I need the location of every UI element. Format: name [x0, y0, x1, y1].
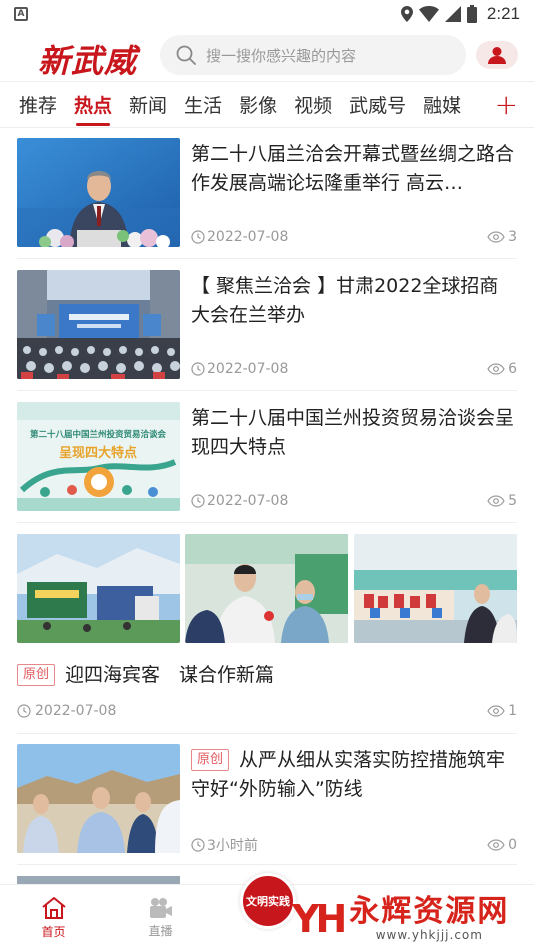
eye-icon — [487, 231, 505, 243]
view-count: 3 — [508, 229, 517, 245]
eye-icon — [487, 495, 505, 507]
divider — [17, 733, 517, 734]
location-icon — [400, 6, 413, 22]
home-icon — [41, 896, 66, 919]
news-date: 3小时前 — [207, 838, 258, 854]
gallery-meta: 2022-07-08 1 — [17, 703, 517, 719]
view-count: 0 — [508, 837, 517, 853]
view-count: 6 — [508, 361, 517, 377]
nav-home[interactable]: 首页 — [0, 885, 107, 950]
nav-live-label: 直播 — [148, 923, 173, 938]
gallery-photo — [185, 534, 349, 643]
clock-icon — [191, 494, 205, 508]
news-thumbnail — [17, 270, 180, 379]
clock-icon — [191, 362, 205, 376]
news-meta: 2022-07-08 3 — [191, 229, 517, 245]
view-count: 5 — [508, 493, 517, 509]
news-thumbnail: 第二十八届中国兰州投资贸易洽谈会 呈现四大特点 — [17, 402, 180, 511]
photo-gallery[interactable] — [17, 534, 517, 643]
tab-recommend[interactable]: 推荐 — [19, 91, 57, 118]
user-icon — [488, 47, 506, 64]
tab-news[interactable]: 新闻 — [129, 91, 167, 118]
news-item[interactable]: 【 聚焦兰洽会 】甘肃2022全球招商大会在兰举办 2022-07-08 6 — [17, 270, 517, 380]
gallery-title-text: 迎四海宾客 谋合作新篇 — [65, 664, 275, 686]
gallery-title[interactable]: 原创 迎四海宾客 谋合作新篇 — [17, 660, 274, 687]
news-thumbnail — [17, 138, 180, 247]
news-title: 原创 从严从细从实落实防控措施筑牢守好“外防输入”防线 — [191, 749, 506, 800]
status-bar: A 2:21 — [0, 0, 534, 28]
news-title: 第二十八届兰洽会开幕式暨丝绸之路合作发展高端论坛隆重举行 高云… — [191, 143, 515, 194]
clock: 2:21 — [486, 4, 520, 23]
tab-hot[interactable]: 热点 — [74, 91, 112, 126]
watermark-text: 永辉资源网 — [349, 894, 510, 929]
news-date: 2022-07-08 — [207, 361, 289, 377]
divider — [17, 864, 517, 865]
news-meta: 2022-07-08 6 — [191, 361, 517, 377]
news-thumbnail — [17, 744, 180, 853]
news-meta: 2022-07-08 5 — [191, 493, 517, 509]
view-count: 1 — [508, 703, 517, 719]
clock-icon — [17, 704, 31, 718]
watermark: YH 永辉资源网 www.yhkjjj.com — [292, 894, 510, 943]
eye-icon — [487, 839, 505, 851]
news-item[interactable]: 第二十八届兰洽会开幕式暨丝绸之路合作发展高端论坛隆重举行 高云… 2022-07… — [17, 138, 517, 248]
tab-wuwei-accounts[interactable]: 武威号 — [349, 91, 406, 118]
user-profile-button[interactable] — [476, 41, 518, 69]
clock-icon — [191, 838, 205, 852]
nav-home-label: 首页 — [41, 924, 66, 939]
original-badge: 原创 — [191, 749, 230, 771]
news-date: 2022-07-08 — [207, 229, 289, 245]
signal-icon — [444, 6, 461, 22]
gallery-photo — [17, 534, 180, 643]
nav-live[interactable]: 直播 — [107, 885, 214, 950]
search-bar[interactable]: 搜一搜你感兴趣的内容 — [160, 35, 466, 75]
tab-video[interactable]: 视频 — [294, 91, 332, 118]
thumbnail-subtitle-text: 呈现四大特点 — [59, 445, 137, 461]
battery-icon — [466, 5, 477, 23]
news-item[interactable]: 原创 从严从细从实落实防控措施筑牢守好“外防输入”防线 3小时前 0 — [17, 744, 517, 854]
eye-icon — [487, 705, 505, 717]
original-badge: 原创 — [17, 664, 56, 686]
app-notification-icon: A — [14, 7, 28, 21]
video-camera-icon — [149, 897, 172, 918]
divider — [17, 522, 517, 523]
watermark-url: www.yhkjjj.com — [375, 928, 483, 942]
divider — [17, 258, 517, 259]
search-icon — [176, 45, 196, 65]
app-logo[interactable]: 新武威 — [38, 36, 137, 82]
search-placeholder: 搜一搜你感兴趣的内容 — [206, 46, 357, 65]
gallery-date: 2022-07-08 — [35, 703, 117, 719]
news-meta: 3小时前 0 — [191, 835, 517, 855]
tab-media[interactable]: 融媒 — [423, 91, 461, 118]
clock-icon — [191, 230, 205, 244]
civilization-practice-button[interactable]: 文明实践 — [240, 873, 296, 929]
news-title: 【 聚焦兰洽会 】甘肃2022全球招商大会在兰举办 — [191, 275, 499, 326]
gallery-photo — [353, 534, 517, 643]
app-header: 新武威 搜一搜你感兴趣的内容 — [0, 28, 534, 82]
channel-tabs: 推荐 热点 新闻 生活 影像 视频 武威号 融媒 + — [0, 82, 534, 128]
wifi-icon — [418, 6, 439, 22]
add-channel-button[interactable]: + — [495, 88, 518, 121]
news-title: 第二十八届中国兰州投资贸易洽谈会呈现四大特点 — [191, 407, 515, 458]
eye-icon — [487, 363, 505, 375]
tab-images[interactable]: 影像 — [239, 91, 277, 118]
news-item[interactable]: 第二十八届中国兰州投资贸易洽谈会 呈现四大特点 第二十八届中国兰州投资贸易洽谈会… — [17, 402, 517, 512]
watermark-logo: YH — [292, 897, 347, 941]
thumbnail-banner-text: 第二十八届中国兰州投资贸易洽谈会 — [30, 429, 167, 440]
divider — [17, 390, 517, 391]
news-date: 2022-07-08 — [207, 493, 289, 509]
tab-life[interactable]: 生活 — [184, 91, 222, 118]
